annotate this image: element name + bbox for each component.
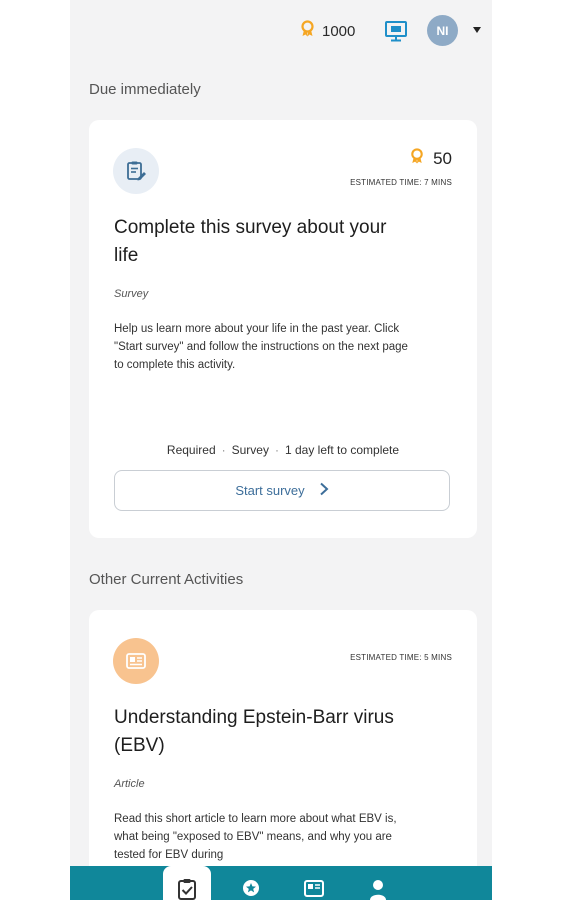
star-badge-icon xyxy=(243,880,259,896)
estimated-time: ESTIMATED TIME: 7 MINS xyxy=(350,178,452,187)
survey-icon xyxy=(113,148,159,194)
clipboard-check-icon xyxy=(178,879,196,900)
activity-description: Read this short article to learn more ab… xyxy=(114,813,397,861)
presentation-icon xyxy=(385,21,407,42)
meta-deadline: 1 day left to complete xyxy=(284,443,400,457)
activity-title: Complete this survey about your life xyxy=(114,217,387,266)
reward-points: 50 xyxy=(409,148,452,169)
activity-type: Survey xyxy=(114,288,149,300)
award-icon xyxy=(299,20,316,42)
activity-title: Understanding Epstein-Barr virus (EBV) xyxy=(114,707,394,756)
nav-activities[interactable] xyxy=(163,866,211,900)
section-title-other: Other Current Activities xyxy=(89,571,244,588)
top-bar: 1000 NI xyxy=(70,0,492,62)
activity-meta: Required · Survey · 1 day left to complete xyxy=(166,443,400,457)
activity-description: Help us learn more about your life in th… xyxy=(114,323,408,371)
nav-profile[interactable] xyxy=(354,866,402,900)
bottom-navigation xyxy=(70,866,492,900)
points-value: 1000 xyxy=(322,22,356,40)
start-survey-button[interactable]: Start survey xyxy=(114,470,450,511)
start-survey-label: Start survey xyxy=(235,483,305,498)
reward-points-value: 50 xyxy=(433,148,452,168)
avatar[interactable]: NI xyxy=(427,15,458,46)
profile-icon xyxy=(370,880,386,900)
meta-type: Survey xyxy=(231,443,269,457)
article-activity-card: ESTIMATED TIME: 5 MINS Understanding Eps… xyxy=(89,610,477,900)
estimated-time: ESTIMATED TIME: 5 MINS xyxy=(350,653,452,662)
award-icon xyxy=(409,148,425,169)
survey-activity-card: 50 ESTIMATED TIME: 7 MINS Complete this … xyxy=(89,120,477,538)
chevron-down-icon[interactable] xyxy=(473,27,481,33)
meta-required: Required xyxy=(166,443,216,457)
app-frame: 1000 NI Due immediately 50 ESTIMATED TIM… xyxy=(70,0,492,900)
activity-type: Article xyxy=(114,778,145,790)
nav-news[interactable] xyxy=(290,866,338,900)
chevron-right-icon xyxy=(319,482,329,499)
nav-rewards[interactable] xyxy=(227,866,275,900)
article-icon xyxy=(113,638,159,684)
section-title-due: Due immediately xyxy=(89,81,201,98)
presentation-button[interactable] xyxy=(384,19,408,43)
news-icon xyxy=(304,880,324,897)
points-balance: 1000 xyxy=(299,20,355,42)
